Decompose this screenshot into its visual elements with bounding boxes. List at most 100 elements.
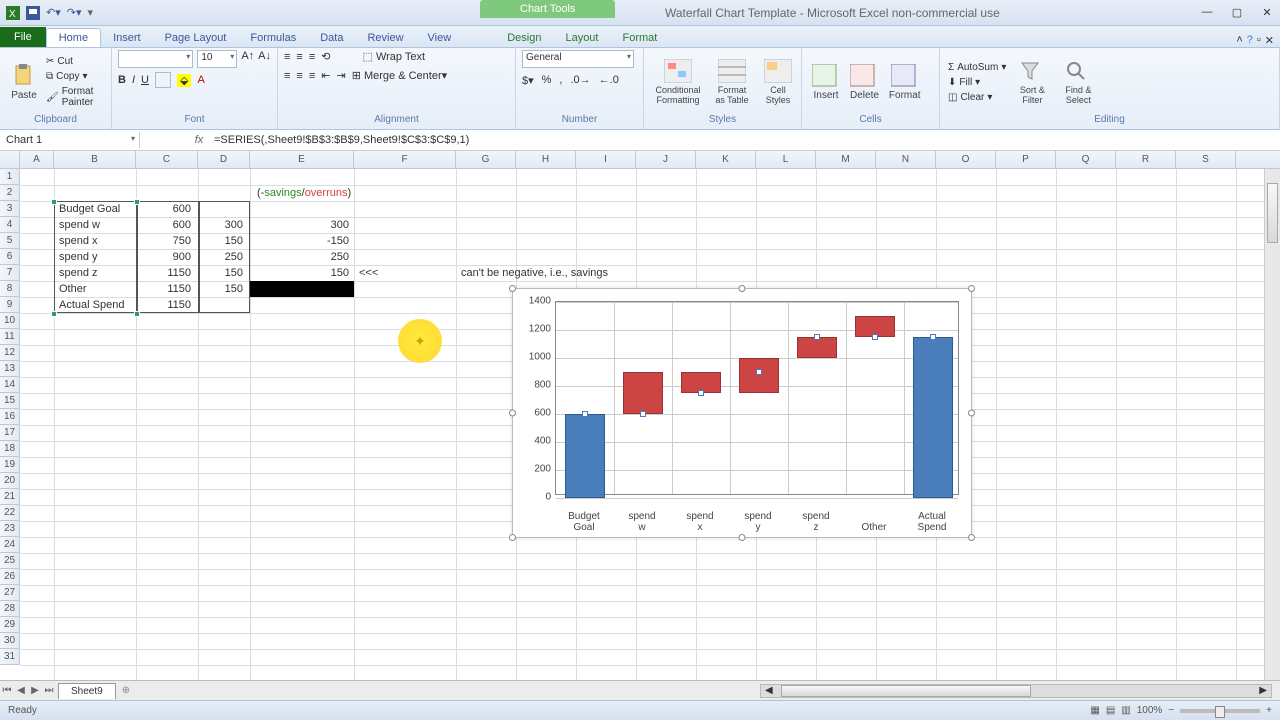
sheet-nav-prev[interactable]: ◀ (14, 685, 28, 696)
cell-C5[interactable]: 750 (136, 233, 194, 249)
increase-font-icon[interactable]: A↑ (241, 50, 254, 68)
horizontal-scrollbar[interactable]: ◀ ▶ (760, 684, 1272, 698)
align-middle-icon[interactable]: ≡ (296, 51, 302, 63)
decrease-decimal-icon[interactable]: ←.0 (599, 74, 619, 87)
find-select-button[interactable]: Find & Select (1056, 57, 1100, 107)
cell-F7[interactable]: <<< (356, 265, 381, 281)
cell-B5[interactable]: spend x (56, 233, 134, 249)
cell-D6[interactable]: 250 (198, 249, 246, 265)
name-box[interactable]: Chart 1 (0, 132, 140, 148)
close-icon[interactable]: ✕ (1258, 6, 1276, 20)
restore-window-icon[interactable]: ▫ (1257, 34, 1261, 47)
formula-input[interactable]: =SERIES(,Sheet9!$B$3:$B$9,Sheet9!$C$3:$C… (208, 132, 1280, 148)
cell-D4[interactable]: 300 (198, 217, 246, 233)
decrease-font-icon[interactable]: A↓ (258, 50, 271, 68)
zoom-out-icon[interactable]: − (1168, 705, 1174, 716)
sheet-nav-first[interactable]: ⏮ (0, 685, 14, 696)
percent-icon[interactable]: % (542, 74, 552, 87)
sheet-tab-active[interactable]: Sheet9 (58, 683, 116, 699)
currency-icon[interactable]: $▾ (522, 74, 534, 87)
cell-E2[interactable]: (-savings/overruns) (254, 185, 354, 201)
waterfall-chart[interactable]: 0200400600800100012001400 Budget Goalspe… (512, 288, 972, 538)
tab-home[interactable]: Home (46, 28, 101, 47)
undo-icon[interactable]: ↶▾ (46, 6, 61, 19)
increase-indent-icon[interactable]: ⇥ (336, 69, 345, 82)
fill-color-button[interactable]: ⬙ (177, 74, 191, 87)
cell-D5[interactable]: 150 (198, 233, 246, 249)
clear-button[interactable]: ◫Clear▾ (946, 91, 1008, 104)
align-top-icon[interactable]: ≡ (284, 51, 290, 63)
delete-cells-button[interactable]: Delete (846, 62, 883, 103)
cell-D8[interactable]: 150 (198, 281, 246, 297)
cell-B3[interactable]: Budget Goal (56, 201, 134, 217)
view-page-break-icon[interactable]: ▥ (1121, 705, 1130, 716)
format-painter-button[interactable]: 🖌Format Painter (44, 85, 105, 109)
cell-E4[interactable]: 300 (252, 217, 352, 233)
merge-center-button[interactable]: ⊞ Merge & Center▾ (352, 69, 447, 82)
sheet-nav-next[interactable]: ▶ (28, 685, 42, 696)
font-name-combo[interactable] (118, 50, 193, 68)
zoom-level[interactable]: 100% (1137, 705, 1163, 716)
format-cells-button[interactable]: Format (885, 62, 925, 103)
cell-E7[interactable]: 150 (252, 265, 352, 281)
worksheet-grid[interactable]: ABCDEFGHIJKLMNOPQRS 12345678910111213141… (0, 151, 1280, 680)
cell-E6[interactable]: 250 (252, 249, 352, 265)
cell-C9[interactable]: 1150 (136, 297, 194, 313)
fx-icon[interactable]: fx (190, 134, 208, 146)
tab-layout[interactable]: Layout (553, 29, 610, 47)
help-icon[interactable]: ? (1247, 34, 1253, 47)
column-headers[interactable]: ABCDEFGHIJKLMNOPQRS (20, 151, 1280, 169)
new-sheet-icon[interactable]: ⊕ (122, 685, 130, 696)
tab-page-layout[interactable]: Page Layout (153, 29, 239, 47)
row-headers[interactable]: 1234567891011121314151617181920212223242… (0, 169, 20, 665)
cell-E5[interactable]: -150 (252, 233, 352, 249)
zoom-slider[interactable] (1180, 709, 1260, 713)
wrap-text-button[interactable]: ⬚ Wrap Text (362, 50, 425, 63)
tab-view[interactable]: View (416, 29, 464, 47)
sheet-nav-last[interactable]: ⏭ (42, 685, 56, 696)
view-page-layout-icon[interactable]: ▤ (1106, 705, 1115, 716)
bold-button[interactable]: B (118, 74, 126, 86)
tab-review[interactable]: Review (355, 29, 415, 47)
tab-data[interactable]: Data (308, 29, 355, 47)
cell-E8-blackfill[interactable] (250, 281, 354, 297)
sort-filter-button[interactable]: Sort & Filter (1010, 57, 1054, 107)
cell-styles-button[interactable]: Cell Styles (758, 57, 798, 107)
cell-G7[interactable]: can't be negative, i.e., savings (458, 265, 658, 281)
qat-customize-icon[interactable]: ▾ (88, 6, 94, 19)
underline-button[interactable]: U (141, 74, 149, 86)
cell-B4[interactable]: spend w (56, 217, 134, 233)
redo-icon[interactable]: ↷▾ (67, 6, 82, 19)
tab-design[interactable]: Design (495, 29, 553, 47)
cell-B9[interactable]: Actual Spend (56, 297, 134, 313)
format-as-table-button[interactable]: Format as Table (708, 57, 756, 107)
view-normal-icon[interactable]: ▦ (1090, 705, 1099, 716)
minimize-ribbon-icon[interactable]: ˄ (1236, 34, 1242, 47)
cell-C7[interactable]: 1150 (136, 265, 194, 281)
vertical-scrollbar[interactable] (1264, 169, 1280, 680)
align-left-icon[interactable]: ≡ (284, 70, 290, 82)
close-workbook-icon[interactable]: ✕ (1265, 34, 1274, 47)
number-format-combo[interactable]: General (522, 50, 634, 68)
cell-B7[interactable]: spend z (56, 265, 134, 281)
decrease-indent-icon[interactable]: ⇤ (321, 69, 330, 82)
zoom-in-icon[interactable]: + (1266, 705, 1272, 716)
minimize-icon[interactable]: — (1198, 6, 1216, 20)
cell-D7[interactable]: 150 (198, 265, 246, 281)
increase-decimal-icon[interactable]: .0→ (570, 74, 590, 87)
fill-button[interactable]: ⬇Fill▾ (946, 76, 1008, 89)
tab-formulas[interactable]: Formulas (238, 29, 308, 47)
paste-button[interactable]: Paste (6, 62, 42, 103)
conditional-formatting-button[interactable]: Conditional Formatting (650, 57, 706, 107)
chart-plot-area[interactable] (555, 301, 959, 495)
italic-button[interactable]: I (132, 74, 135, 86)
cell-B8[interactable]: Other (56, 281, 134, 297)
select-all-corner[interactable] (0, 151, 20, 169)
maximize-icon[interactable]: ▢ (1228, 6, 1246, 20)
cell-C6[interactable]: 900 (136, 249, 194, 265)
align-center-icon[interactable]: ≡ (296, 70, 302, 82)
orientation-icon[interactable]: ⟲ (321, 50, 330, 63)
align-bottom-icon[interactable]: ≡ (309, 51, 315, 63)
cell-C8[interactable]: 1150 (136, 281, 194, 297)
cell-C4[interactable]: 600 (136, 217, 194, 233)
